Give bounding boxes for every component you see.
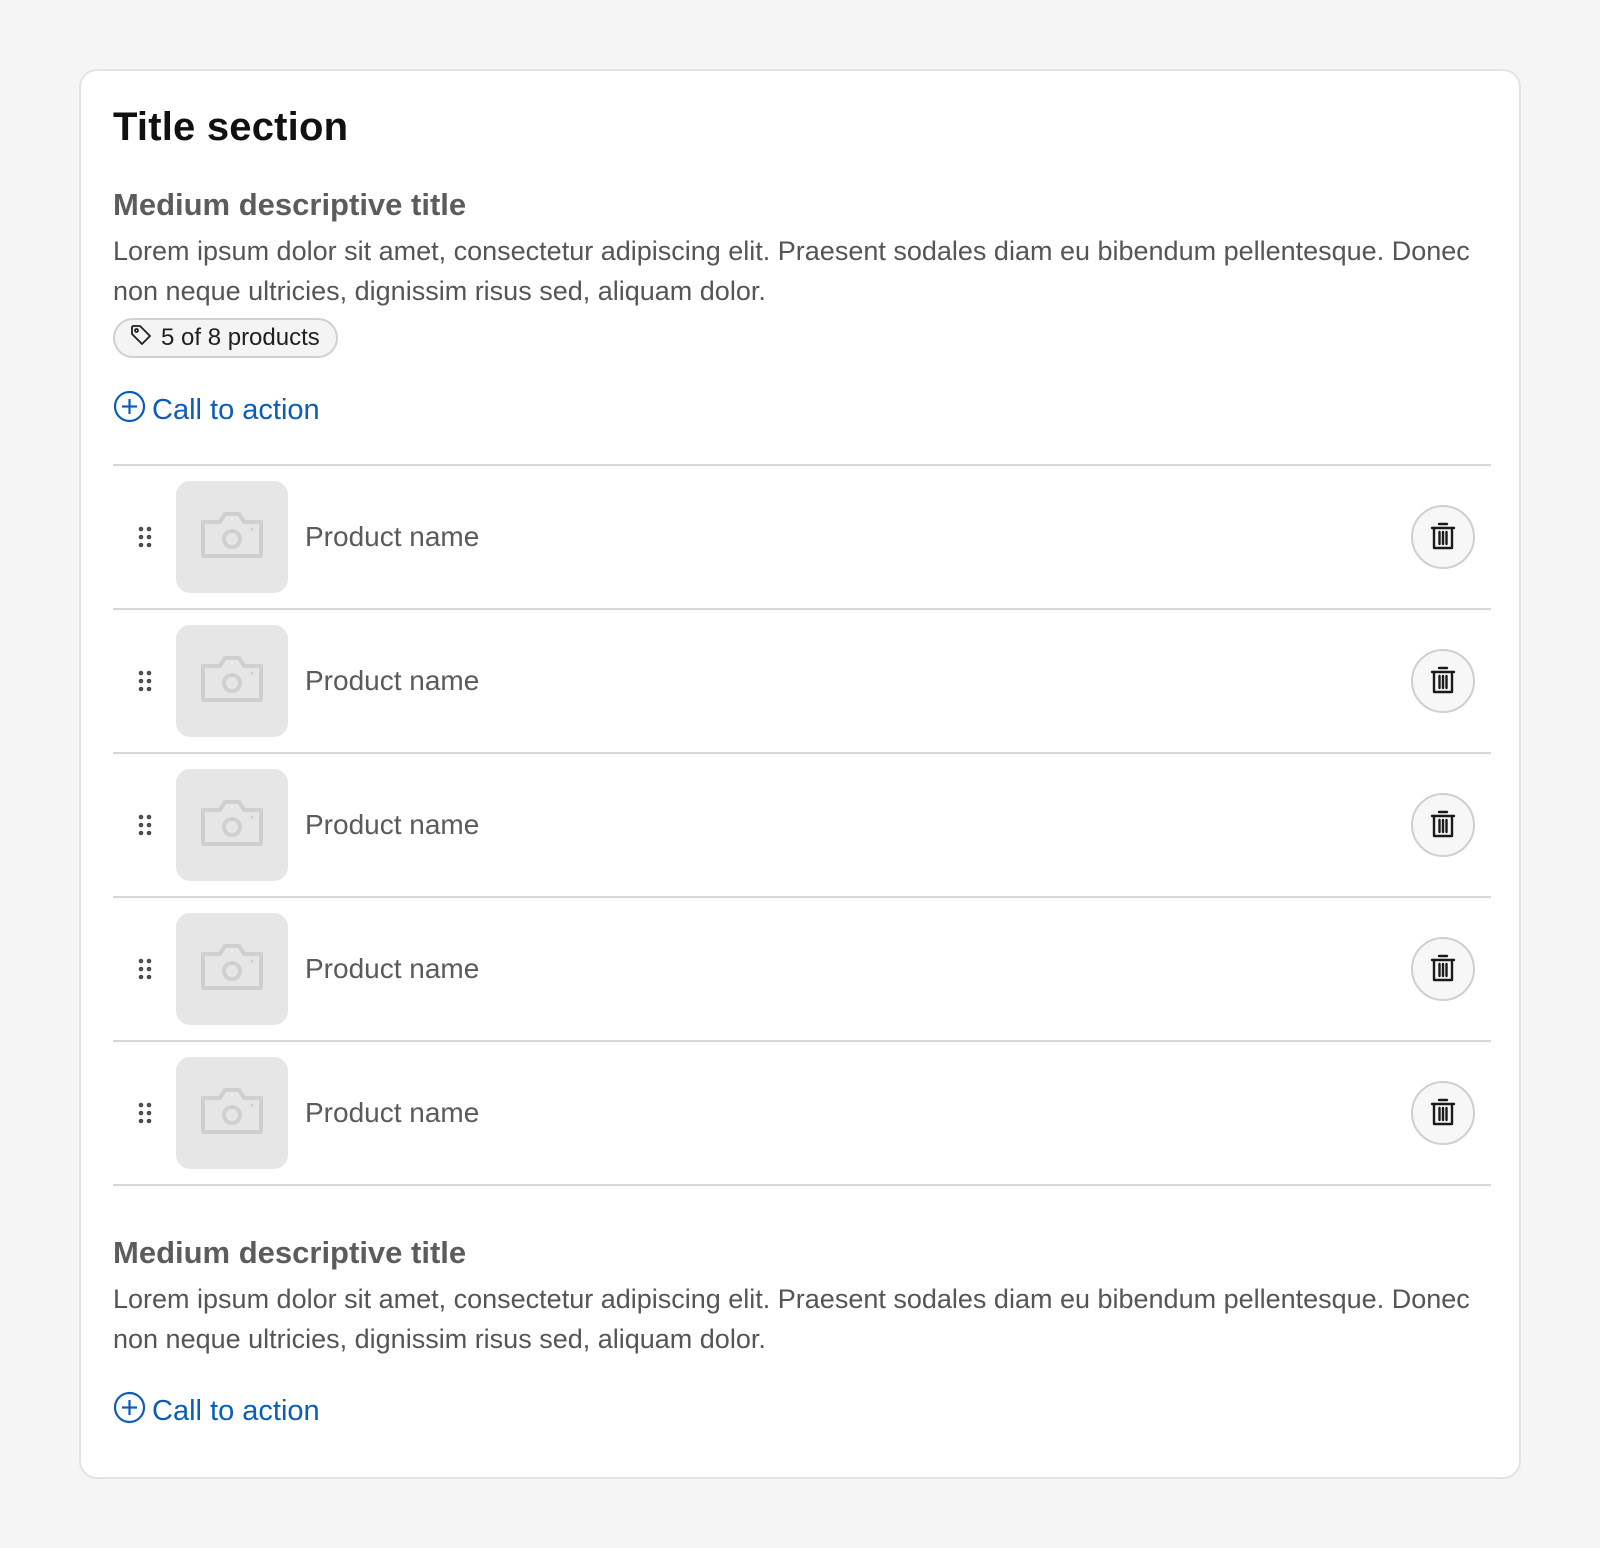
drag-handle-icon[interactable] (129, 1097, 161, 1129)
card-title: Title section (113, 105, 349, 149)
drag-handle-icon[interactable] (129, 809, 161, 841)
trash-icon (1430, 665, 1456, 698)
camera-icon (200, 1086, 264, 1141)
plus-circle-icon (113, 390, 152, 431)
delete-product-button[interactable] (1411, 793, 1475, 857)
product-name: Product name (305, 809, 480, 840)
trash-icon (1430, 521, 1456, 554)
product-row: Product name (113, 898, 1491, 1042)
call-to-action-bottom[interactable]: Call to action (113, 1391, 320, 1432)
product-row: Product name (113, 610, 1491, 754)
product-thumbnail (176, 913, 288, 1025)
product-count-badge: 5 of 8 products (113, 318, 338, 358)
drag-handle-icon[interactable] (129, 953, 161, 985)
camera-icon (200, 654, 264, 709)
product-row: Product name (113, 466, 1491, 610)
product-name: Product name (305, 665, 480, 696)
product-row: Product name (113, 1042, 1491, 1186)
section-subtitle-top: Medium descriptive title (113, 187, 467, 222)
trash-icon (1430, 953, 1456, 986)
product-name: Product name (305, 1097, 480, 1128)
tag-icon (129, 323, 161, 354)
camera-icon (200, 798, 264, 853)
trash-icon (1430, 1097, 1456, 1130)
product-thumbnail (176, 769, 288, 881)
product-thumbnail (176, 481, 288, 593)
plus-circle-icon (113, 1391, 152, 1432)
product-thumbnail (176, 1057, 288, 1169)
product-thumbnail (176, 625, 288, 737)
product-name: Product name (305, 521, 480, 552)
product-list: Product name Product name Product name P… (113, 464, 1491, 1186)
title-section-card: Title section Medium descriptive title L… (79, 69, 1521, 1479)
delete-product-button[interactable] (1411, 937, 1475, 1001)
cta-label: Call to action (152, 394, 320, 426)
product-row: Product name (113, 754, 1491, 898)
call-to-action-top[interactable]: Call to action (113, 390, 320, 431)
camera-icon (200, 942, 264, 997)
section-description-top: Lorem ipsum dolor sit amet, consectetur … (113, 236, 1470, 306)
drag-handle-icon[interactable] (129, 665, 161, 697)
delete-product-button[interactable] (1411, 649, 1475, 713)
cta-label: Call to action (152, 1395, 320, 1427)
trash-icon (1430, 809, 1456, 842)
drag-handle-icon[interactable] (129, 521, 161, 553)
section-subtitle-bottom: Medium descriptive title (113, 1235, 467, 1270)
badge-label: 5 of 8 products (161, 324, 320, 351)
product-name: Product name (305, 953, 480, 984)
delete-product-button[interactable] (1411, 1081, 1475, 1145)
camera-icon (200, 510, 264, 565)
delete-product-button[interactable] (1411, 505, 1475, 569)
section-description-bottom: Lorem ipsum dolor sit amet, consectetur … (113, 1284, 1470, 1354)
